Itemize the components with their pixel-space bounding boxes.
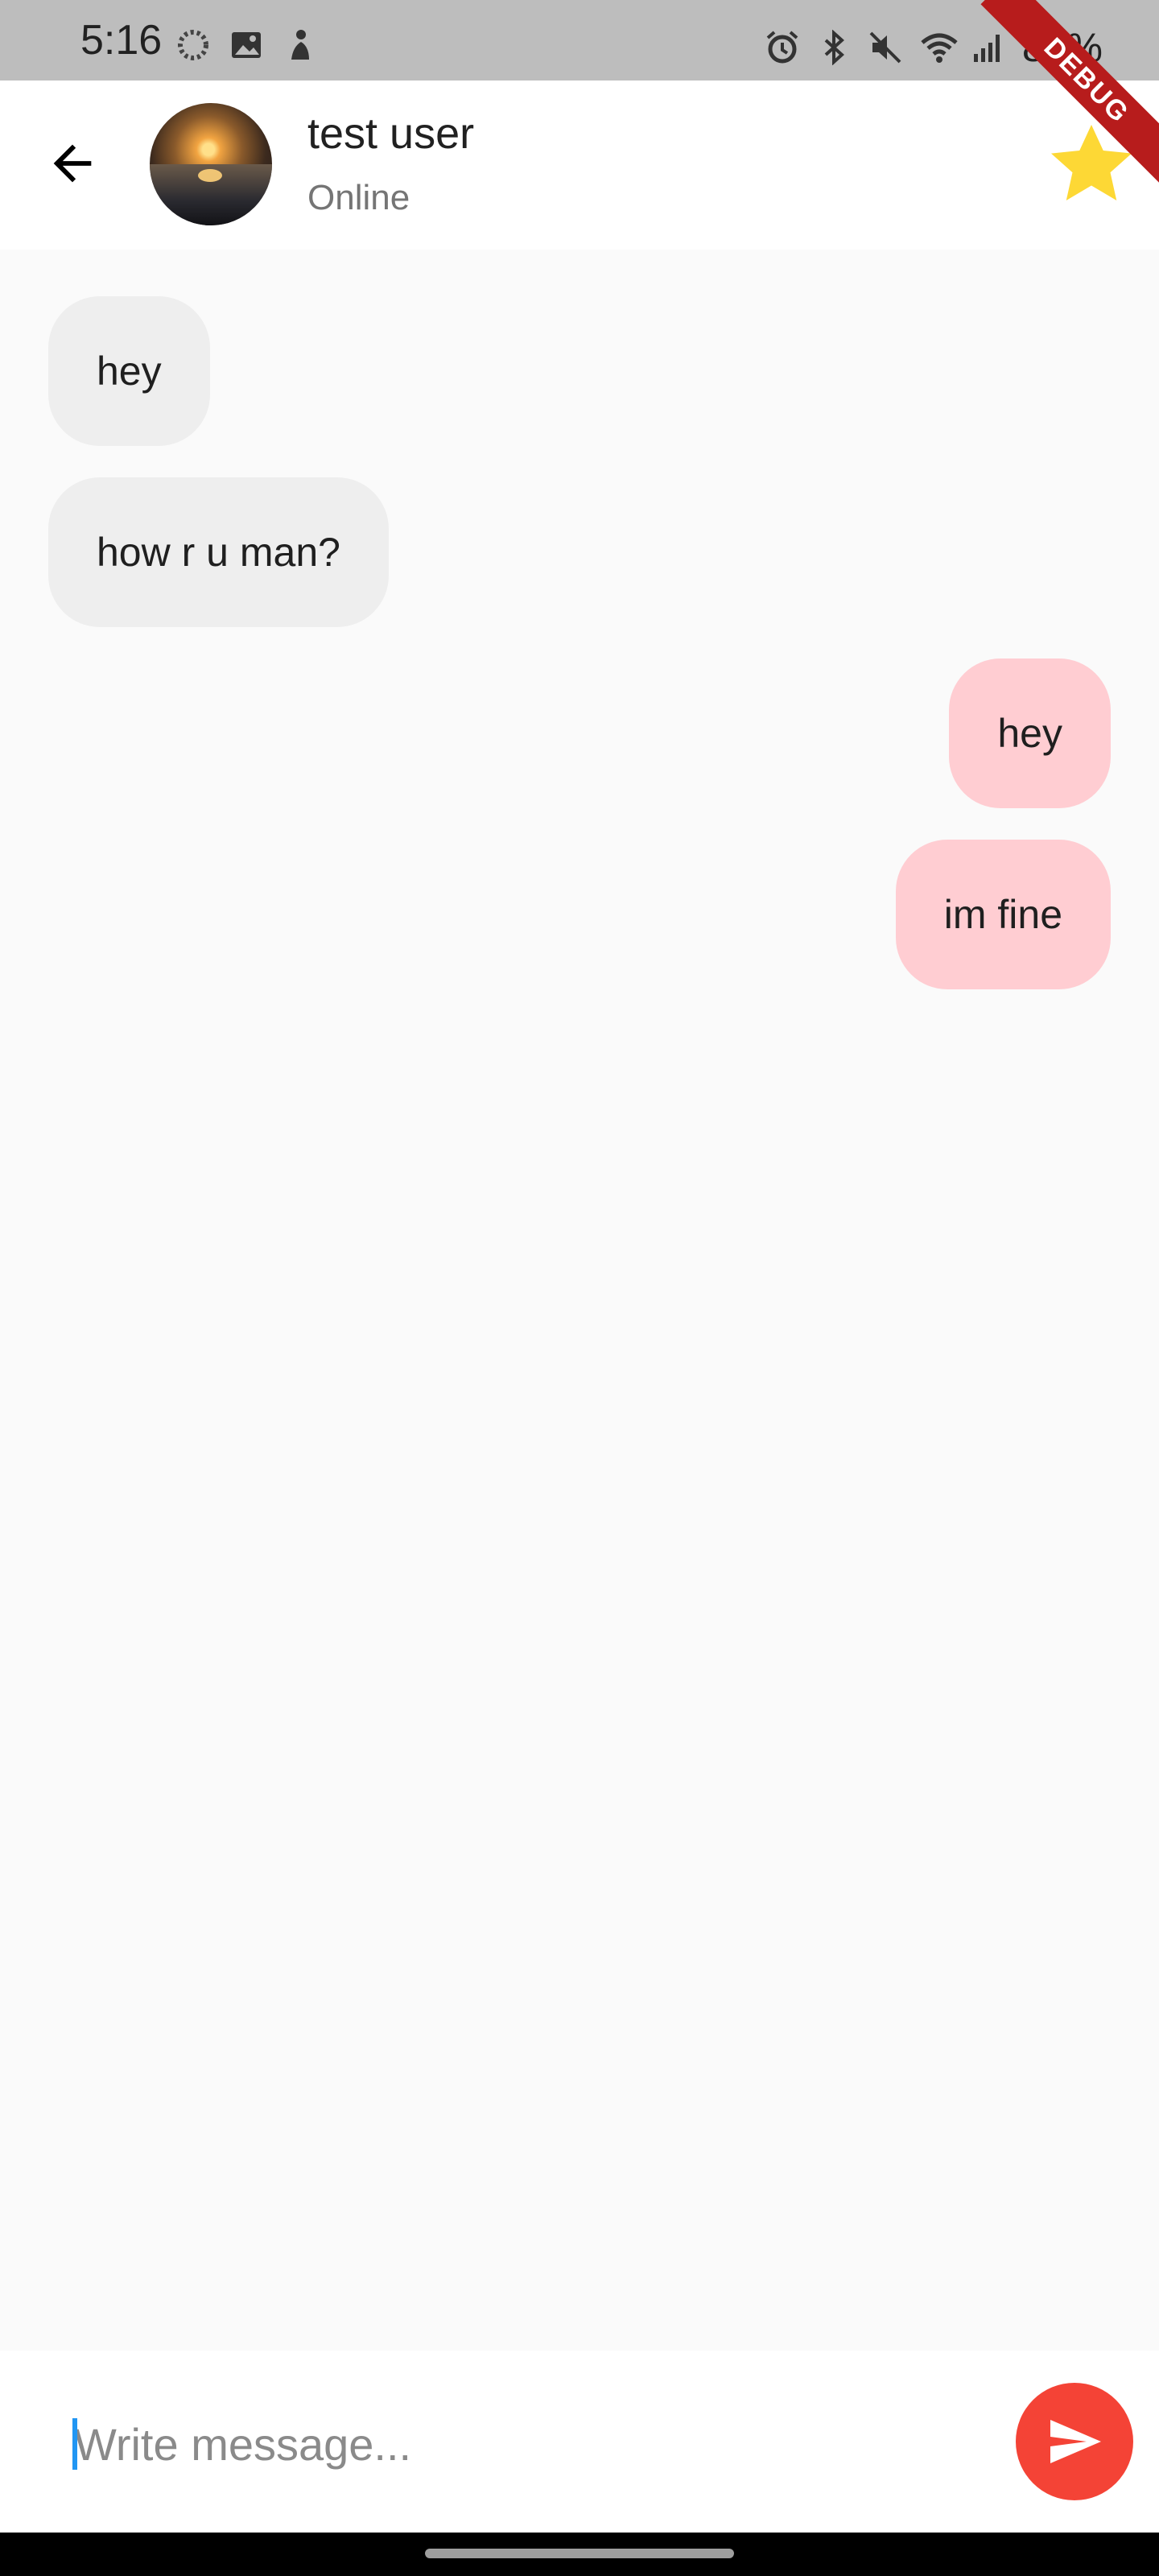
alarm-icon [765, 30, 800, 65]
status-left-icons [175, 27, 317, 63]
status-time: 5:16 [80, 17, 163, 64]
message-composer [0, 2351, 1159, 2533]
message-list[interactable]: hey how r u man? hey im fine [0, 250, 1159, 2351]
figure-icon [282, 27, 317, 63]
bluetooth-icon [816, 29, 852, 66]
avatar-sun-reflection [198, 169, 222, 182]
message-input[interactable] [74, 2407, 959, 2481]
text-cursor [72, 2418, 77, 2470]
image-icon [229, 27, 264, 63]
status-bar: 5:16 84% [0, 0, 1159, 80]
chat-header: test user Online [0, 80, 1159, 250]
send-button[interactable] [1016, 2383, 1133, 2500]
wifi-icon [919, 30, 958, 65]
back-button[interactable] [32, 127, 113, 200]
message-bubble-outgoing: hey [949, 658, 1111, 808]
signal-icon [971, 30, 1006, 65]
loading-icon [175, 27, 211, 63]
message-bubble-incoming: hey [48, 296, 210, 446]
contact-status: Online [307, 178, 410, 217]
send-icon [1050, 2420, 1101, 2463]
system-navigation-bar [0, 2533, 1159, 2576]
avatar[interactable] [150, 103, 272, 225]
contact-name: test user [307, 109, 475, 158]
arrow-back-icon [53, 144, 92, 183]
home-indicator[interactable] [425, 2549, 734, 2558]
message-bubble-incoming: how r u man? [48, 477, 389, 627]
message-bubble-outgoing: im fine [895, 840, 1111, 989]
mute-icon [868, 30, 903, 65]
